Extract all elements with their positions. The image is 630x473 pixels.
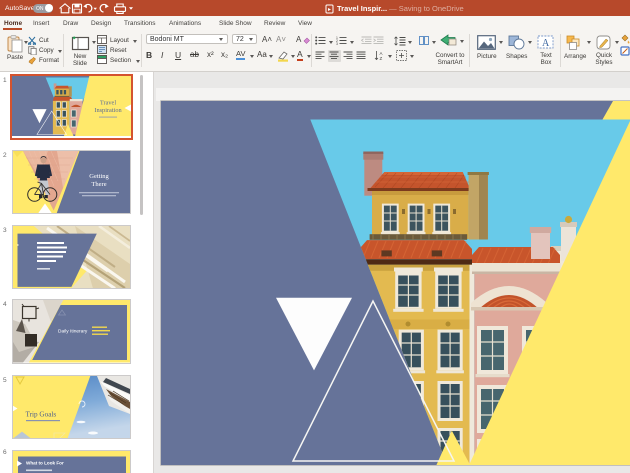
svg-text:Z: Z bbox=[380, 56, 383, 61]
svg-text:Travel: Travel bbox=[99, 99, 115, 106]
svg-text:3: 3 bbox=[336, 42, 338, 45]
svg-text:What to Look For: What to Look For bbox=[26, 460, 64, 465]
svg-text:Trip Goals: Trip Goals bbox=[26, 410, 57, 418]
svg-text:Inspiration: Inspiration bbox=[94, 107, 122, 114]
svg-text:A: A bbox=[542, 38, 550, 49]
svg-text:Getting: Getting bbox=[89, 173, 109, 180]
svg-text:Daily Itinerary: Daily Itinerary bbox=[58, 329, 88, 335]
svg-text:There: There bbox=[91, 181, 106, 188]
